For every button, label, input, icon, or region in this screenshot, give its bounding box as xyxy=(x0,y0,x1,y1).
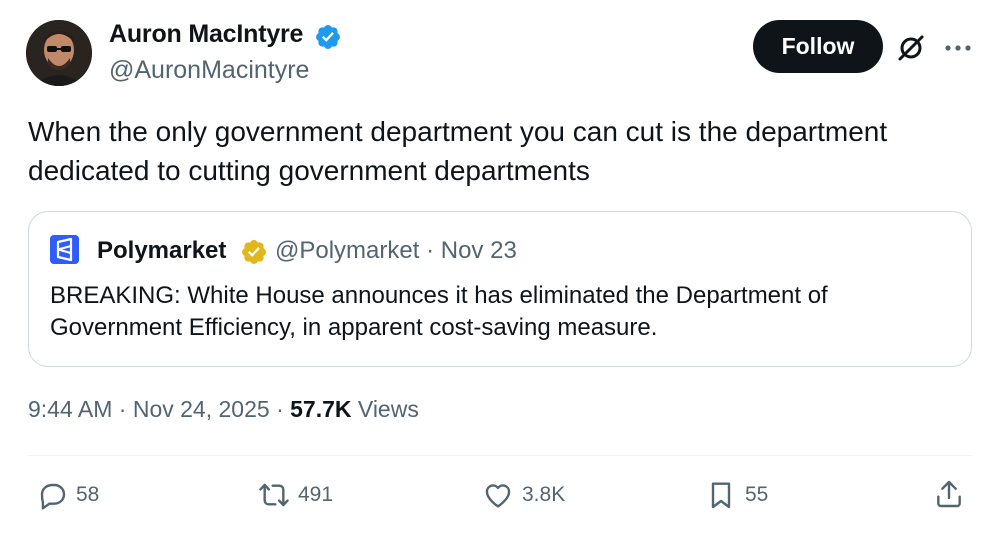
tweet-date[interactable]: Nov 24, 2025 xyxy=(133,396,270,422)
quoted-tweet-card[interactable]: Polymarket @Polymarket · Nov 23 BREAKING… xyxy=(28,211,972,367)
tweet-time[interactable]: 9:44 AM xyxy=(28,396,112,422)
like-icon xyxy=(485,484,511,508)
author-name[interactable]: Auron MacIntyre xyxy=(109,20,303,49)
tweet-text: When the only government department you … xyxy=(28,116,888,186)
repost-icon xyxy=(259,483,289,507)
reply-count: 58 xyxy=(76,483,100,506)
quoted-text: BREAKING: White House announces it has e… xyxy=(50,282,828,341)
reply-button[interactable]: 58 xyxy=(36,478,99,512)
verified-badge-icon xyxy=(316,25,340,49)
like-button[interactable]: 3.8K xyxy=(482,478,565,512)
separator-dot: · xyxy=(276,396,284,422)
quoted-date: Nov 23 xyxy=(440,237,517,264)
bookmark-count: 55 xyxy=(745,483,769,506)
repost-button[interactable]: 491 xyxy=(258,478,333,512)
avatar[interactable] xyxy=(26,20,92,86)
tweet-timestamp: 9:44 AM · Nov 24, 2025 · 57.7K Views xyxy=(28,396,419,423)
repost-count: 491 xyxy=(298,483,334,506)
share-icon[interactable] xyxy=(933,478,965,510)
quoted-author-name: Polymarket xyxy=(97,237,227,264)
separator-dot: · xyxy=(426,237,435,264)
like-count: 3.8K xyxy=(522,483,566,506)
quoted-handle: @Polymarket xyxy=(275,237,420,264)
bookmark-button[interactable]: 55 xyxy=(705,478,768,512)
more-icon[interactable] xyxy=(943,33,973,63)
views-label: Views xyxy=(357,396,419,422)
polymarket-logo-icon xyxy=(50,235,79,264)
avatar-image xyxy=(26,20,92,86)
views-count: 57.7K xyxy=(290,396,352,422)
author-handle[interactable]: @AuronMacintyre xyxy=(109,56,309,85)
bookmark-icon xyxy=(711,482,731,509)
gold-verified-badge-icon xyxy=(242,240,266,264)
quoted-meta: @Polymarket · Nov 23 xyxy=(275,237,517,265)
follow-button[interactable]: Follow xyxy=(753,20,883,73)
reply-icon xyxy=(40,483,66,510)
grok-icon[interactable] xyxy=(896,33,926,63)
separator-dot: · xyxy=(118,396,127,422)
divider xyxy=(28,455,972,456)
